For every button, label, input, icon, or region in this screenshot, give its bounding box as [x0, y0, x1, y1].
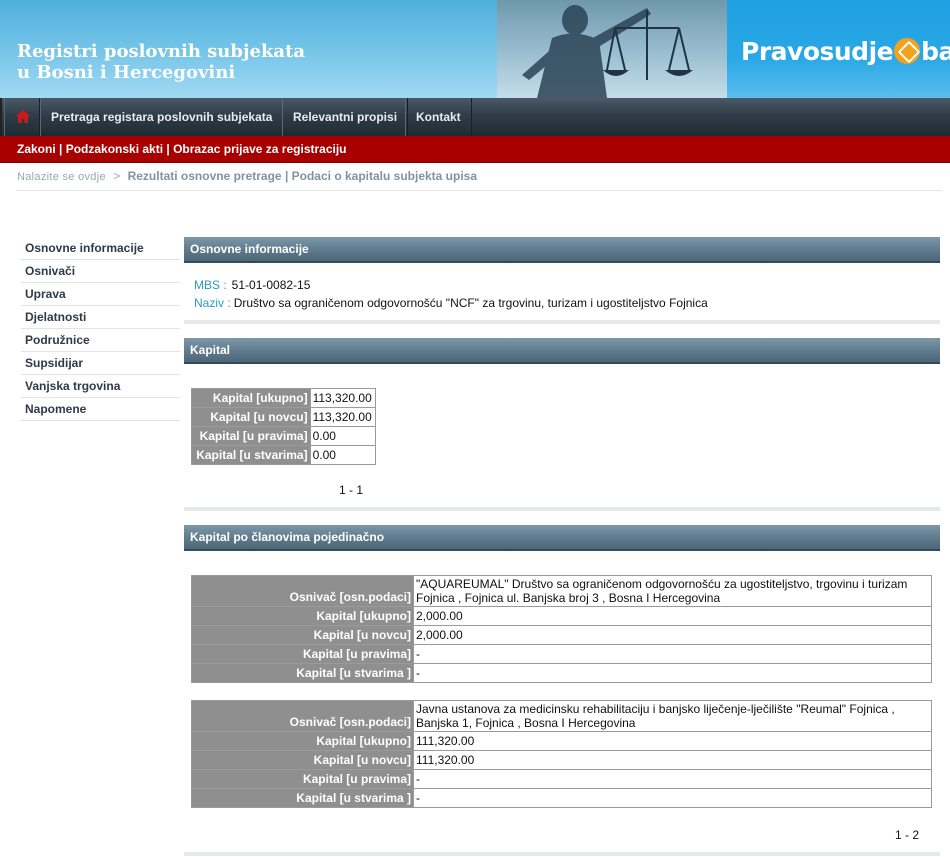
sidebar: Osnovne informacije Osnivači Uprava Djel… — [21, 237, 180, 421]
table-row: Kapital [u pravima] - — [191, 644, 932, 664]
naziv-row: Naziv : Društvo sa ograničenom odgovornoš… — [194, 296, 708, 310]
kapital-value: 113,320.00 — [309, 407, 377, 427]
logo-scales-icon — [894, 38, 921, 64]
member-capital-table: Osnivač [osn.podaci] Javna ustanova za m… — [191, 700, 932, 808]
member-capital-value: - — [413, 663, 932, 683]
founder-details-line1: "AQUAREUMAL" Društvo sa ograničenom odgo… — [416, 577, 908, 591]
member-capital-value: 2,000.00 — [413, 606, 932, 626]
sidebar-item-djelatnosti[interactable]: Djelatnosti — [21, 306, 180, 329]
sidebar-item-vanjska-trgovina[interactable]: Vanjska trgovina — [21, 375, 180, 398]
logo-text-right: ba — [921, 37, 950, 66]
logo-text-left: Pravosudje — [741, 37, 894, 66]
member-capital-label: Kapital [u pravima] — [191, 769, 414, 789]
breadcrumb: Nalazite se ovdje > Rezultati osnovne pr… — [17, 169, 477, 183]
kapital-table: Kapital [ukupno] 113,320.00 Kapital [u no… — [191, 388, 377, 465]
kapital-value: 0.00 — [309, 445, 377, 465]
section-heading-kapital: Kapital — [184, 338, 940, 364]
member-capital-value: - — [413, 788, 932, 808]
member-capital-label: Kapital [ukupno] — [191, 606, 414, 626]
sidebar-item-podruznice[interactable]: Podružnice — [21, 329, 180, 352]
breadcrumb-current[interactable]: Rezultati osnovne pretrage | Podaci o ka… — [128, 169, 477, 183]
table-row: Kapital [u stvarima] 0.00 — [191, 445, 377, 465]
founder-details: "AQUAREUMAL" Društvo sa ograničenom odgo… — [413, 575, 932, 607]
naziv-label: Naziv : — [194, 296, 231, 310]
sidebar-item-napomene[interactable]: Napomene — [21, 398, 180, 421]
naziv-value: Društvo sa ograničenom odgovornošću "NCF… — [233, 296, 708, 310]
member-capital-label: Kapital [u stvarima ] — [191, 788, 414, 808]
section-divider — [184, 852, 940, 856]
member-capital-value: 111,320.00 — [413, 731, 932, 751]
kapital-label: Kapital [u pravima] — [191, 426, 311, 446]
breadcrumb-separator: > — [113, 169, 121, 183]
table-row: Kapital [ukupno] 111,320.00 — [191, 731, 932, 751]
member-capital-value: - — [413, 769, 932, 789]
kapital-label: Kapital [ukupno] — [191, 388, 311, 408]
founder-details-line2: Fojnica , Fojnica ul. Banjska broj 3 , B… — [416, 591, 721, 605]
site-title[interactable]: Registri poslovnih subjekata u Bosni i H… — [17, 41, 305, 83]
section-heading-osnovne-informacije: Osnovne informacije — [184, 237, 940, 263]
table-row: Kapital [ukupno] 2,000.00 — [191, 606, 932, 626]
table-row: Kapital [u novcu] 113,320.00 — [191, 407, 377, 427]
founder-details-line1: Javna ustanova za medicinsku rehabilitac… — [416, 702, 895, 716]
founder-details: Javna ustanova za medicinsku rehabilitac… — [413, 700, 932, 732]
table-row: Osnivač [osn.podaci] "AQUAREUMAL" Društv… — [191, 575, 932, 607]
nav-item-propisi[interactable]: Relevantni propisi — [282, 98, 409, 136]
member-capital-value: - — [413, 644, 932, 664]
mbs-row: MBS : 51-01-0082-15 — [194, 278, 310, 292]
sidebar-item-supsidijar[interactable]: Supsidijar — [21, 352, 180, 375]
founder-label: Osnivač [osn.podaci] — [191, 575, 414, 607]
mbs-label: MBS : — [194, 278, 227, 292]
mbs-value: 51-01-0082-15 — [231, 278, 311, 292]
sidebar-item-osnovne-informacije[interactable]: Osnovne informacije — [21, 237, 180, 260]
logo-text: Pravosudje ba — [741, 37, 950, 66]
members-pager[interactable]: 1 - 2 — [895, 828, 919, 842]
member-capital-label: Kapital [u novcu] — [191, 750, 414, 770]
sub-nav: Zakoni | Podzakonski akti | Obrazac prij… — [0, 136, 950, 163]
nav-home[interactable] — [4, 98, 40, 136]
member-capital-value: 2,000.00 — [413, 625, 932, 645]
table-row: Kapital [u novcu] 111,320.00 — [191, 750, 932, 770]
nav-item-kontakt[interactable]: Kontakt — [405, 98, 472, 136]
member-capital-label: Kapital [u novcu] — [191, 625, 414, 645]
member-capital-label: Kapital [u stvarima ] — [191, 663, 414, 683]
site-title-line2: u Bosni i Hercegovini — [17, 62, 236, 83]
site-title-line1: Registri poslovnih subjekata — [17, 41, 306, 62]
sidebar-item-osnivaci[interactable]: Osnivači — [21, 260, 180, 283]
table-row: Osnivač [osn.podaci] Javna ustanova za m… — [191, 700, 932, 732]
pravosudje-logo[interactable]: Pravosudje ba — [727, 0, 950, 98]
table-row: Kapital [u novcu] 2,000.00 — [191, 625, 932, 645]
kapital-label: Kapital [u stvarima] — [191, 445, 311, 465]
kapital-value: 0.00 — [309, 426, 377, 446]
table-row: Kapital [u stvarima ] - — [191, 663, 932, 683]
section-divider — [184, 507, 940, 511]
kapital-value: 113,320.00 — [309, 388, 377, 408]
member-capital-label: Kapital [u pravima] — [191, 644, 414, 664]
justice-statue-image — [497, 0, 727, 98]
kapital-label: Kapital [u novcu] — [191, 407, 311, 427]
nav-item-pretraga[interactable]: Pretraga registara poslovnih subjekata — [40, 98, 284, 136]
section-heading-kapital-po-clanovima: Kapital po članovima pojedinačno — [184, 525, 940, 551]
site-header: Registri poslovnih subjekata u Bosni i H… — [0, 0, 950, 98]
member-capital-value: 111,320.00 — [413, 750, 932, 770]
home-icon — [16, 110, 30, 123]
section-divider — [184, 320, 940, 324]
main-nav: Pretraga registara poslovnih subjekata R… — [0, 98, 950, 136]
member-capital-label: Kapital [ukupno] — [191, 731, 414, 751]
table-row: Kapital [ukupno] 113,320.00 — [191, 388, 377, 408]
kapital-pager[interactable]: 1 - 1 — [339, 483, 363, 497]
breadcrumb-label: Nalazite se ovdje — [17, 171, 106, 183]
table-row: Kapital [u pravima] 0.00 — [191, 426, 377, 446]
breadcrumb-divider — [17, 190, 942, 191]
sidebar-item-uprava[interactable]: Uprava — [21, 283, 180, 306]
founder-details-line2: Banjska 1, Fojnica , Bosna I Hercegovina — [416, 716, 636, 730]
table-row: Kapital [u pravima] - — [191, 769, 932, 789]
table-row: Kapital [u stvarima ] - — [191, 788, 932, 808]
sub-nav-links[interactable]: Zakoni | Podzakonski akti | Obrazac prij… — [17, 136, 347, 163]
member-capital-table: Osnivač [osn.podaci] "AQUAREUMAL" Društv… — [191, 575, 932, 683]
founder-label: Osnivač [osn.podaci] — [191, 700, 414, 732]
